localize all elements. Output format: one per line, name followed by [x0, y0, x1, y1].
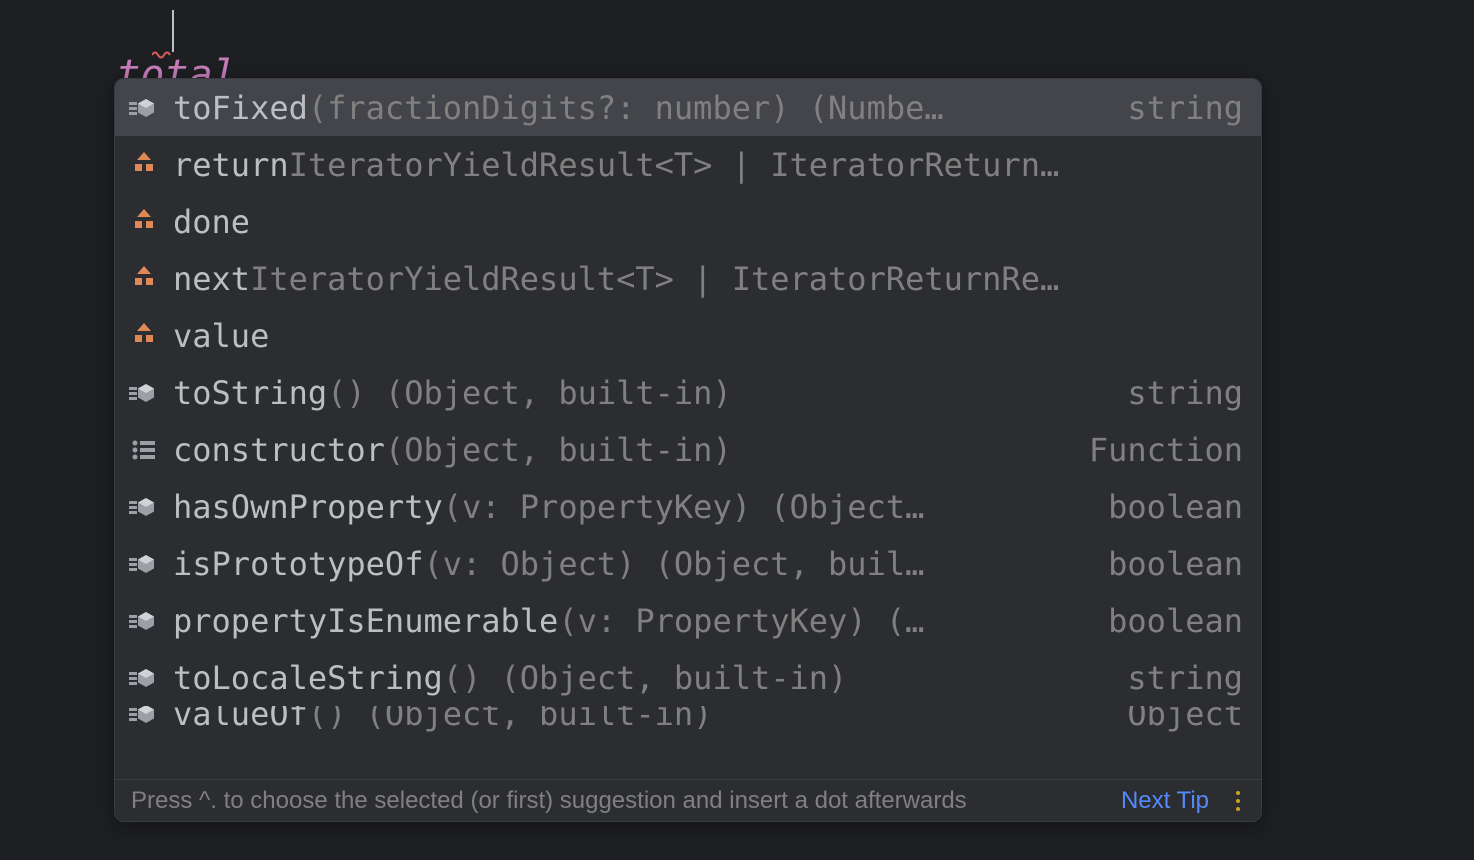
method-icon [129, 93, 159, 123]
suggestion-signature: (v: Object) (Object, buil… [423, 545, 1090, 583]
method-icon [129, 706, 159, 729]
method-icon [129, 378, 159, 408]
suggestion-return-type: boolean [1108, 488, 1243, 526]
suggestion-signature: () (Object, built-in) [327, 374, 1109, 412]
suggestion-item[interactable]: return IteratorYieldResult<T> | Iterator… [115, 136, 1261, 193]
suggestion-item[interactable]: next IteratorYieldResult<T> | IteratorRe… [115, 250, 1261, 307]
suggestion-return-type: Function [1089, 431, 1243, 469]
suggestion-item[interactable]: toFixed(fractionDigits?: number) (Numbe…… [115, 79, 1261, 136]
suggestion-item[interactable]: propertyIsEnumerable(v: PropertyKey) (… b… [115, 592, 1261, 649]
suggestion-signature: () (Object, built-in) [308, 706, 1110, 733]
suggestion-label: toLocaleString [173, 659, 443, 697]
suggestion-signature: IteratorYieldResult<T> | IteratorReturn… [289, 146, 1243, 184]
suggestion-return-type: string [1127, 89, 1243, 127]
suggestion-signature: (v: PropertyKey) (… [558, 602, 1090, 640]
suggestion-item[interactable]: value [115, 307, 1261, 364]
autocomplete-popup: toFixed(fractionDigits?: number) (Numbe…… [114, 78, 1262, 822]
suggestion-label: value [173, 317, 269, 355]
code-editor[interactable]: total. toFixed(fractionDigits?: number) … [0, 0, 1474, 860]
suggestion-label: done [173, 203, 250, 241]
field-list-icon [129, 435, 159, 465]
suggestion-label: toString [173, 374, 327, 412]
text-caret [172, 10, 174, 52]
next-tip-link[interactable]: Next Tip [1121, 787, 1209, 815]
suggestion-return-type: string [1127, 374, 1243, 412]
suggestion-label: next [173, 260, 250, 298]
property-icon [129, 321, 159, 351]
suggestion-label: constructor [173, 431, 385, 469]
suggestion-label: toFixed [173, 89, 308, 127]
suggestion-return-type: boolean [1108, 602, 1243, 640]
property-icon [129, 150, 159, 180]
suggestion-return-type: Object [1127, 706, 1243, 733]
suggestion-item[interactable]: toString() (Object, built-in) string [115, 364, 1261, 421]
suggestion-signature: IteratorYieldResult<T> | IteratorReturnR… [250, 260, 1243, 298]
suggestion-label: hasOwnProperty [173, 488, 443, 526]
method-icon [129, 549, 159, 579]
suggestion-signature: (fractionDigits?: number) (Numbe… [308, 89, 1110, 127]
suggestion-label: propertyIsEnumerable [173, 602, 558, 640]
method-icon [129, 606, 159, 636]
suggestion-item[interactable]: isPrototypeOf(v: Object) (Object, buil… b… [115, 535, 1261, 592]
popup-footer: Press ^. to choose the selected (or firs… [115, 779, 1261, 821]
property-icon [129, 264, 159, 294]
suggestion-signature: (v: PropertyKey) (Object… [443, 488, 1090, 526]
suggestion-item[interactable]: hasOwnProperty(v: PropertyKey) (Object… b… [115, 478, 1261, 535]
suggestion-item[interactable]: done [115, 193, 1261, 250]
kebab-menu-icon[interactable] [1227, 791, 1249, 811]
suggestion-signature: () (Object, built-in) [443, 659, 1110, 697]
suggestion-label: isPrototypeOf [173, 545, 423, 583]
suggestion-return-type: boolean [1108, 545, 1243, 583]
suggestion-label: valueOf [173, 706, 308, 733]
suggestion-item[interactable]: valueOf() (Object, built-in) Object [115, 706, 1261, 746]
property-icon [129, 207, 159, 237]
suggestion-item[interactable]: toLocaleString() (Object, built-in) strin… [115, 649, 1261, 706]
error-underline-icon [152, 50, 172, 60]
method-icon [129, 663, 159, 693]
suggestion-signature: (Object, built-in) [385, 431, 1071, 469]
suggestion-label: return [173, 146, 289, 184]
suggestion-list[interactable]: toFixed(fractionDigits?: number) (Numbe…… [115, 79, 1261, 779]
suggestion-item[interactable]: constructor (Object, built-in) Function [115, 421, 1261, 478]
tip-text: Press ^. to choose the selected (or firs… [131, 787, 1107, 815]
suggestion-return-type: string [1127, 659, 1243, 697]
method-icon [129, 492, 159, 522]
